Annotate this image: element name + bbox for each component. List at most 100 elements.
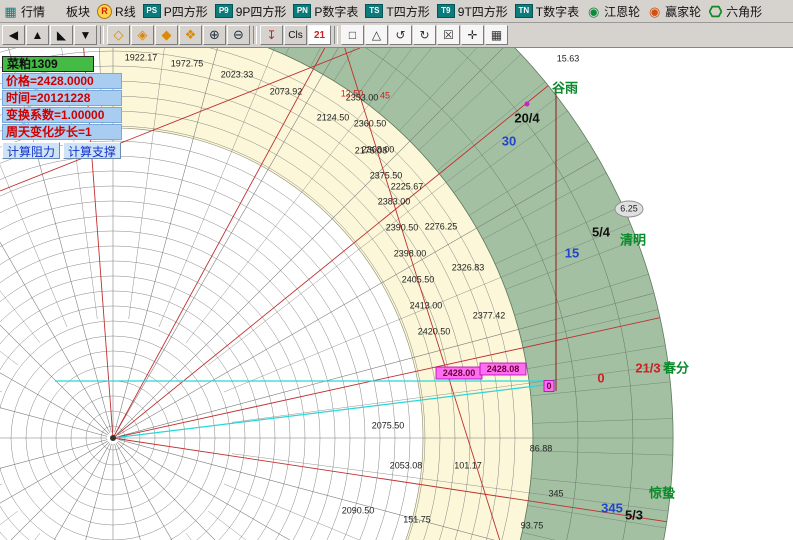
9p-square-icon: P9 <box>215 4 233 18</box>
t-number-table-label: T数字表 <box>536 3 579 20</box>
triangle-tool-button[interactable]: △ <box>365 25 388 45</box>
toolbar-item-gann-wheel[interactable]: ◉江恩轮 <box>586 3 640 20</box>
price-tag-label: 0 <box>546 381 551 391</box>
rotate-cw-button[interactable]: ↻ <box>413 25 436 45</box>
p-number-table-label: P数字表 <box>314 3 358 20</box>
wheel-label: 101.17 <box>454 460 482 470</box>
cls-button[interactable]: Cls <box>284 25 307 45</box>
wheel-spoke <box>116 443 393 540</box>
marker-dot <box>525 102 530 107</box>
t-square-icon: TS <box>365 4 383 18</box>
wheel-spoke <box>0 158 108 435</box>
diamond-outline-button[interactable]: ◇ <box>107 25 130 45</box>
t-square-label: T四方形 <box>386 3 429 20</box>
zoom-in-button[interactable]: ⊕ <box>203 25 226 45</box>
filter-button[interactable]: ▼ <box>74 25 97 45</box>
square-tool-button[interactable]: □ <box>341 25 364 45</box>
sectors-label: 板块 <box>66 3 90 20</box>
pin-button[interactable]: ↧ <box>260 25 283 45</box>
wheel-label: 12.50 <box>341 88 364 98</box>
wheel-label: 2383.00 <box>378 196 411 206</box>
toolbar-item-9p-square[interactable]: P99P四方形 <box>215 3 287 20</box>
prev-button[interactable]: ◀ <box>2 25 25 45</box>
r-line-icon: R <box>97 4 112 19</box>
wheel-spoke <box>0 441 108 540</box>
cursor-button[interactable]: ▲ <box>26 25 49 45</box>
toolbar-item-sectors[interactable]: 板块 <box>52 3 90 20</box>
toolbar-item-hexagon[interactable]: 六角形 <box>708 3 762 20</box>
wheel-label: 2124.50 <box>317 112 350 122</box>
wheel-label: 清明 <box>620 232 646 247</box>
wheel-label: 20/4 <box>514 110 540 125</box>
winner-wheel-icon: ◉ <box>647 5 662 18</box>
wheel-ring <box>0 276 275 540</box>
wheel-label: 93.75 <box>521 520 544 530</box>
pen-button[interactable]: ◣ <box>50 25 73 45</box>
toolbar-item-p-square[interactable]: PSP四方形 <box>143 3 208 20</box>
diamond-filled-button[interactable]: ◆ <box>155 25 178 45</box>
toolbar-item-t-square[interactable]: TST四方形 <box>365 3 429 20</box>
wheel-ring <box>0 291 260 540</box>
price-field[interactable]: 价格=2428.0000 <box>2 73 122 89</box>
wheel-label: 2276.25 <box>425 221 458 231</box>
wheel-label: 2073.92 <box>270 86 303 96</box>
wheel-label: 2053.08 <box>390 460 423 470</box>
calc-resistance-button[interactable]: 计算阻力 <box>2 142 60 159</box>
calendar-button[interactable]: 21 <box>308 25 331 45</box>
toolbar-separator <box>253 26 257 44</box>
wheel-label: 2390.50 <box>386 222 419 232</box>
move-tool-button[interactable]: ✛ <box>461 25 484 45</box>
wheel-label: 345 <box>601 500 623 515</box>
hexagon-icon <box>708 5 723 18</box>
rotate-ccw-button[interactable]: ↺ <box>389 25 412 45</box>
wheel-spoke <box>0 484 2 540</box>
toolbar-item-winner-wheel[interactable]: ◉赢家轮 <box>647 3 701 20</box>
date-field[interactable]: 时间=20121228 <box>2 90 122 106</box>
9p-square-label: 9P四方形 <box>236 3 287 20</box>
wheel-label: 2405.50 <box>402 274 435 284</box>
scale-field[interactable]: 变换系数=1.00000 <box>2 107 122 123</box>
price-tag-label: 2428.08 <box>487 364 520 374</box>
wheel-label: 2398.00 <box>394 248 427 258</box>
9t-square-label: 9T四方形 <box>458 3 508 20</box>
calc-support-button[interactable]: 计算支撑 <box>63 142 121 159</box>
app-window: ▦行情 板块 RR线 PSP四方形 P99P四方形 PNP数字表 TST四方形 T99T四方形… <box>0 0 793 540</box>
p-square-icon: PS <box>143 4 161 18</box>
drawing-toolbar: ◀▲◣▼ ◇◈◆❖⊕⊖ ↧Cls21 □△↺↻☒✛▦ <box>0 23 793 48</box>
wheel-label: 2075.50 <box>372 420 405 430</box>
wheel-ring <box>0 306 245 540</box>
annotation-value: 6.25 <box>620 203 638 213</box>
wheel-label: 21/3 <box>635 360 660 375</box>
wheel-spoke <box>0 293 107 436</box>
wheel-ring <box>0 261 290 540</box>
zoom-out-button[interactable]: ⊖ <box>227 25 250 45</box>
wheel-label: 2360.50 <box>354 118 387 128</box>
quotes-icon: ▦ <box>3 5 18 18</box>
diamond-multi-button[interactable]: ❖ <box>179 25 202 45</box>
wheel-center <box>110 435 116 441</box>
wheel-label: 5/4 <box>592 224 611 239</box>
toolbar-separator <box>334 26 338 44</box>
delete-box-button[interactable]: ☒ <box>437 25 460 45</box>
diamond-center-button[interactable]: ◈ <box>131 25 154 45</box>
wheel-spoke <box>115 444 258 540</box>
parameter-panel: 菜粕1309 价格=2428.0000 时间=20121228 变换系数=1.0… <box>2 56 122 159</box>
toolbar-item-p-number-table[interactable]: PNP数字表 <box>293 3 358 20</box>
wheel-label: 1922.17 <box>125 52 158 62</box>
toolbar-item-quotes[interactable]: ▦行情 <box>3 3 45 20</box>
wheel-label: 1972.75 <box>171 58 204 68</box>
wheel-label: 2377.42 <box>473 310 506 320</box>
step-field[interactable]: 周天变化步长=1 <box>2 124 122 140</box>
calc-buttons: 计算阻力 计算支撑 <box>2 142 122 159</box>
toolbar-item-9t-square[interactable]: T99T四方形 <box>437 3 508 20</box>
wheel-ring <box>0 231 320 540</box>
toolbar-item-r-line[interactable]: RR线 <box>97 3 136 20</box>
wheel-ring <box>0 201 350 540</box>
wheel-label: 86.88 <box>530 443 553 453</box>
marquee-tool-button[interactable]: ▦ <box>485 25 508 45</box>
toolbar-item-t-number-table[interactable]: TNT数字表 <box>515 3 579 20</box>
wheel-label: 45 <box>380 90 390 100</box>
wheel-label: 惊蛰 <box>649 485 675 500</box>
wheel-label: 2413.00 <box>410 300 443 310</box>
wheel-label: 2420.50 <box>418 326 451 336</box>
